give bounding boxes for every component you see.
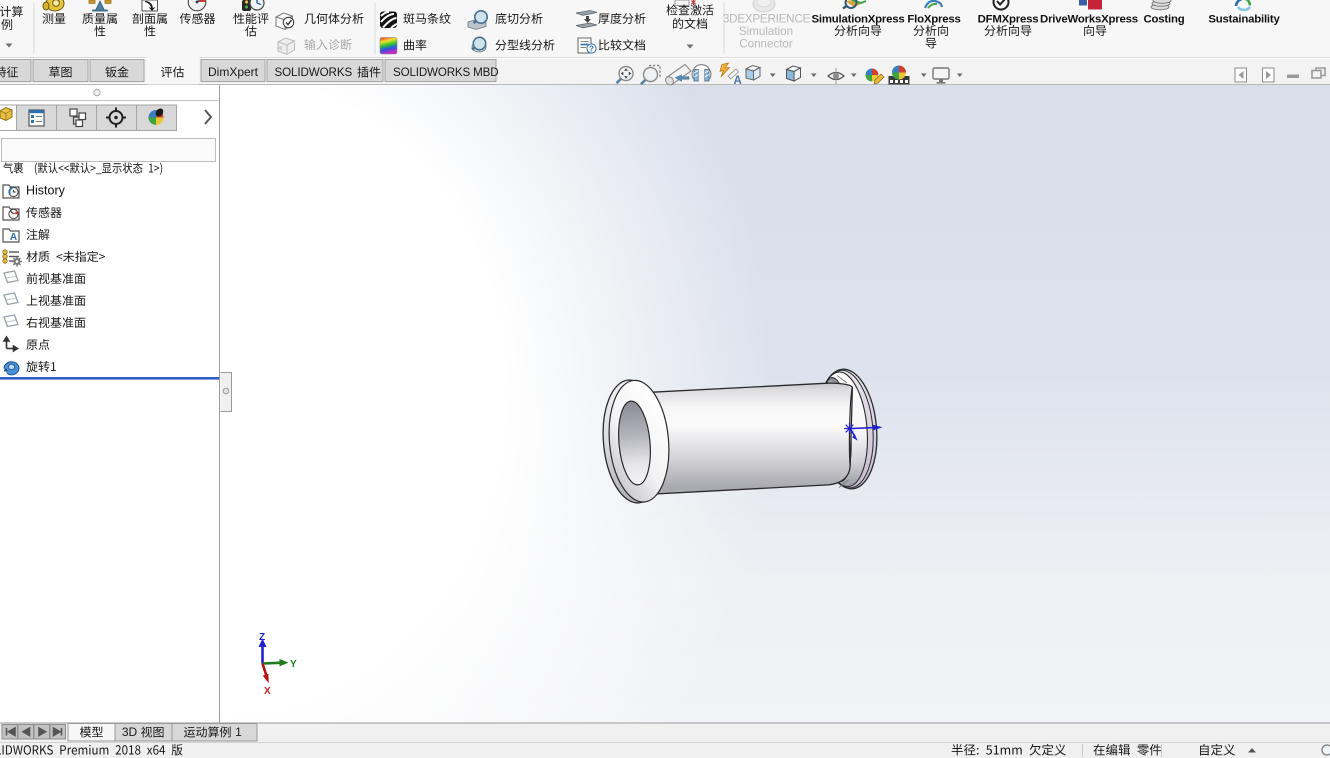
svg-text:A: A <box>10 232 17 243</box>
svg-text:DimXpert: DimXpert <box>208 65 259 79</box>
svg-text:Z: Z <box>259 632 265 643</box>
svg-text:3D: 3D <box>122 725 138 739</box>
svg-text:SOLIDWORKS MBD: SOLIDWORKS MBD <box>393 66 498 79</box>
svg-text:DriveWorksXpress: DriveWorksXpress <box>1040 14 1138 26</box>
svg-text:Y: Y <box>290 659 297 670</box>
svg-text:Connector: Connector <box>739 38 793 51</box>
svg-text:SimulationXpress: SimulationXpress <box>811 14 904 26</box>
svg-text:DFMXpress: DFMXpress <box>978 14 1039 26</box>
svg-text:?: ? <box>589 45 594 54</box>
svg-text:A: A <box>734 75 742 87</box>
svg-text:3DEXPERIENCE: 3DEXPERIENCE <box>723 13 811 26</box>
svg-text:Simulation: Simulation <box>739 25 793 38</box>
svg-text:History: History <box>26 184 66 198</box>
svg-text:1: 1 <box>235 725 242 739</box>
svg-text:FloXpress: FloXpress <box>907 14 960 26</box>
svg-text:SOLIDWORKS: SOLIDWORKS <box>275 66 353 79</box>
svg-text:Costing: Costing <box>1144 14 1185 26</box>
svg-text:X: X <box>264 686 271 697</box>
svg-text:Sustainability: Sustainability <box>1208 14 1280 26</box>
